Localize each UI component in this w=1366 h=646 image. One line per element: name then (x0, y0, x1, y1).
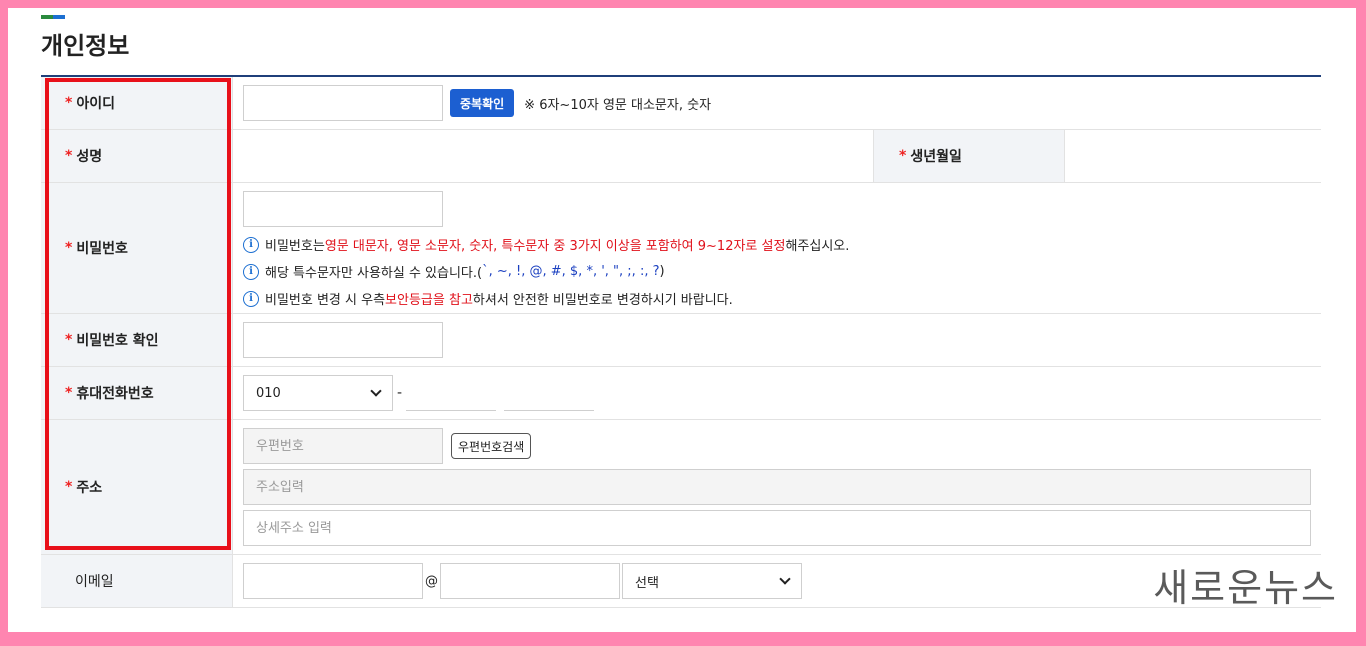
chevron-down-icon (779, 573, 791, 585)
hint-emphasis: 영문 대문자, 영문 소문자, 숫자, 특수문자 중 3가지 이상을 포함하여 … (324, 239, 786, 254)
cell-name: * 생년월일 (233, 130, 1321, 182)
required-mark: * (65, 148, 73, 164)
hint-text: 비밀번호는 (265, 239, 325, 254)
phone-prefix-value: 010 (256, 385, 281, 401)
phone-separator: - (397, 385, 403, 401)
label-name-text: 성명 (76, 149, 103, 165)
label-address: * 주소 (41, 420, 233, 554)
row-phone: * 휴대전화번호 010 - (41, 367, 1321, 420)
email-domain-value: 선택 (635, 575, 659, 591)
password-hint-3: i 비밀번호 변경 시 우측 보안등급을 참고 하셔서 안전한 비밀번호로 변경하… (243, 288, 733, 309)
address-input[interactable] (243, 469, 1311, 505)
label-phone: * 휴대전화번호 (41, 367, 233, 419)
hint-text: ) (659, 264, 665, 279)
page-frame: 개인정보 * 아이디 중복확인 ※ 6자~10자 영문 대소문자, 숫자 * 성… (8, 8, 1356, 632)
row-email: 이메일 @ 선택 (41, 555, 1321, 608)
info-icon: i (243, 290, 259, 307)
email-at-sign: @ (425, 573, 438, 589)
password-input[interactable] (243, 191, 443, 227)
special-chars: `, ~, !, @, #, $, *, ', ", ;, :, ? (482, 264, 660, 279)
hint-emphasis: 보안등급을 참고 (385, 293, 473, 308)
zip-input[interactable] (243, 428, 443, 464)
required-mark: * (65, 332, 73, 348)
zip-search-button[interactable]: 우편번호검색 (451, 433, 532, 459)
email-domain-input[interactable] (440, 563, 620, 599)
label-address-text: 주소 (76, 480, 103, 496)
zip-line: 우편번호검색 (243, 428, 532, 464)
label-phone-text: 휴대전화번호 (76, 386, 154, 402)
title-accent-bar (41, 15, 65, 19)
required-mark: * (899, 148, 907, 164)
label-name: * 성명 (41, 130, 233, 182)
id-note: ※ 6자~10자 영문 대소문자, 숫자 (524, 97, 712, 113)
row-address: * 주소 우편번호검색 (41, 420, 1321, 555)
label-password-confirm: * 비밀번호 확인 (41, 314, 233, 366)
info-icon: i (243, 263, 259, 280)
label-password-text: 비밀번호 (76, 241, 128, 257)
cell-address: 우편번호검색 (233, 420, 1321, 554)
password-hint-2: i 해당 특수문자만 사용하실 수 있습니다.( `, ~, !, @, #, … (243, 261, 665, 282)
cell-id: 중복확인 ※ 6자~10자 영문 대소문자, 숫자 (233, 77, 1321, 129)
row-id: * 아이디 중복확인 ※ 6자~10자 영문 대소문자, 숫자 (41, 77, 1321, 130)
label-birth-text: 생년월일 (910, 149, 962, 165)
required-mark: * (65, 479, 73, 495)
hint-text: 하셔서 안전한 비밀번호로 변경하시기 바랍니다. (472, 293, 733, 308)
cell-password: i 비밀번호는 영문 대문자, 영문 소문자, 숫자, 특수문자 중 3가지 이… (233, 183, 1321, 313)
section-title: 개인정보 (41, 32, 130, 60)
id-input[interactable] (243, 85, 443, 121)
email-domain-select[interactable]: 선택 (622, 563, 802, 599)
label-id-text: 아이디 (76, 96, 115, 112)
cell-phone: 010 - (233, 367, 1321, 419)
info-icon: i (243, 236, 259, 253)
label-email-text: 이메일 (75, 574, 114, 590)
label-email: 이메일 (41, 555, 233, 607)
hint-text: 해주십시오. (785, 239, 850, 254)
chevron-down-icon (370, 385, 382, 397)
email-local-input[interactable] (243, 563, 423, 599)
password-hint-1: i 비밀번호는 영문 대문자, 영문 소문자, 숫자, 특수문자 중 3가지 이… (243, 234, 849, 255)
watermark: 새로운뉴스 (1153, 566, 1338, 610)
required-mark: * (65, 95, 73, 111)
personal-info-form: * 아이디 중복확인 ※ 6자~10자 영문 대소문자, 숫자 * 성명 * 생… (41, 75, 1321, 608)
addr-line (243, 469, 1311, 505)
phone-prefix-select[interactable]: 010 (243, 375, 393, 411)
row-name: * 성명 * 생년월일 (41, 130, 1321, 183)
password-confirm-input[interactable] (243, 322, 443, 358)
label-id: * 아이디 (41, 77, 233, 129)
row-password-confirm: * 비밀번호 확인 (41, 314, 1321, 367)
phone-middle-input[interactable] (406, 375, 497, 411)
label-birth: * 생년월일 (873, 130, 1065, 182)
phone-last-input[interactable] (504, 375, 595, 411)
hint-text: 비밀번호 변경 시 우측 (265, 293, 386, 308)
required-mark: * (65, 385, 73, 401)
label-password: * 비밀번호 (41, 183, 233, 313)
detail-line (243, 510, 1311, 546)
row-password: * 비밀번호 i 비밀번호는 영문 대문자, 영문 소문자, 숫자, 특수문자 … (41, 183, 1321, 314)
hint-text: 해당 특수문자만 사용하실 수 있습니다.( (265, 266, 483, 281)
cell-password-confirm (233, 314, 1321, 366)
duplicate-check-button[interactable]: 중복확인 (450, 89, 515, 117)
address-detail-input[interactable] (243, 510, 1311, 546)
label-password-confirm-text: 비밀번호 확인 (76, 333, 159, 349)
required-mark: * (65, 240, 73, 256)
